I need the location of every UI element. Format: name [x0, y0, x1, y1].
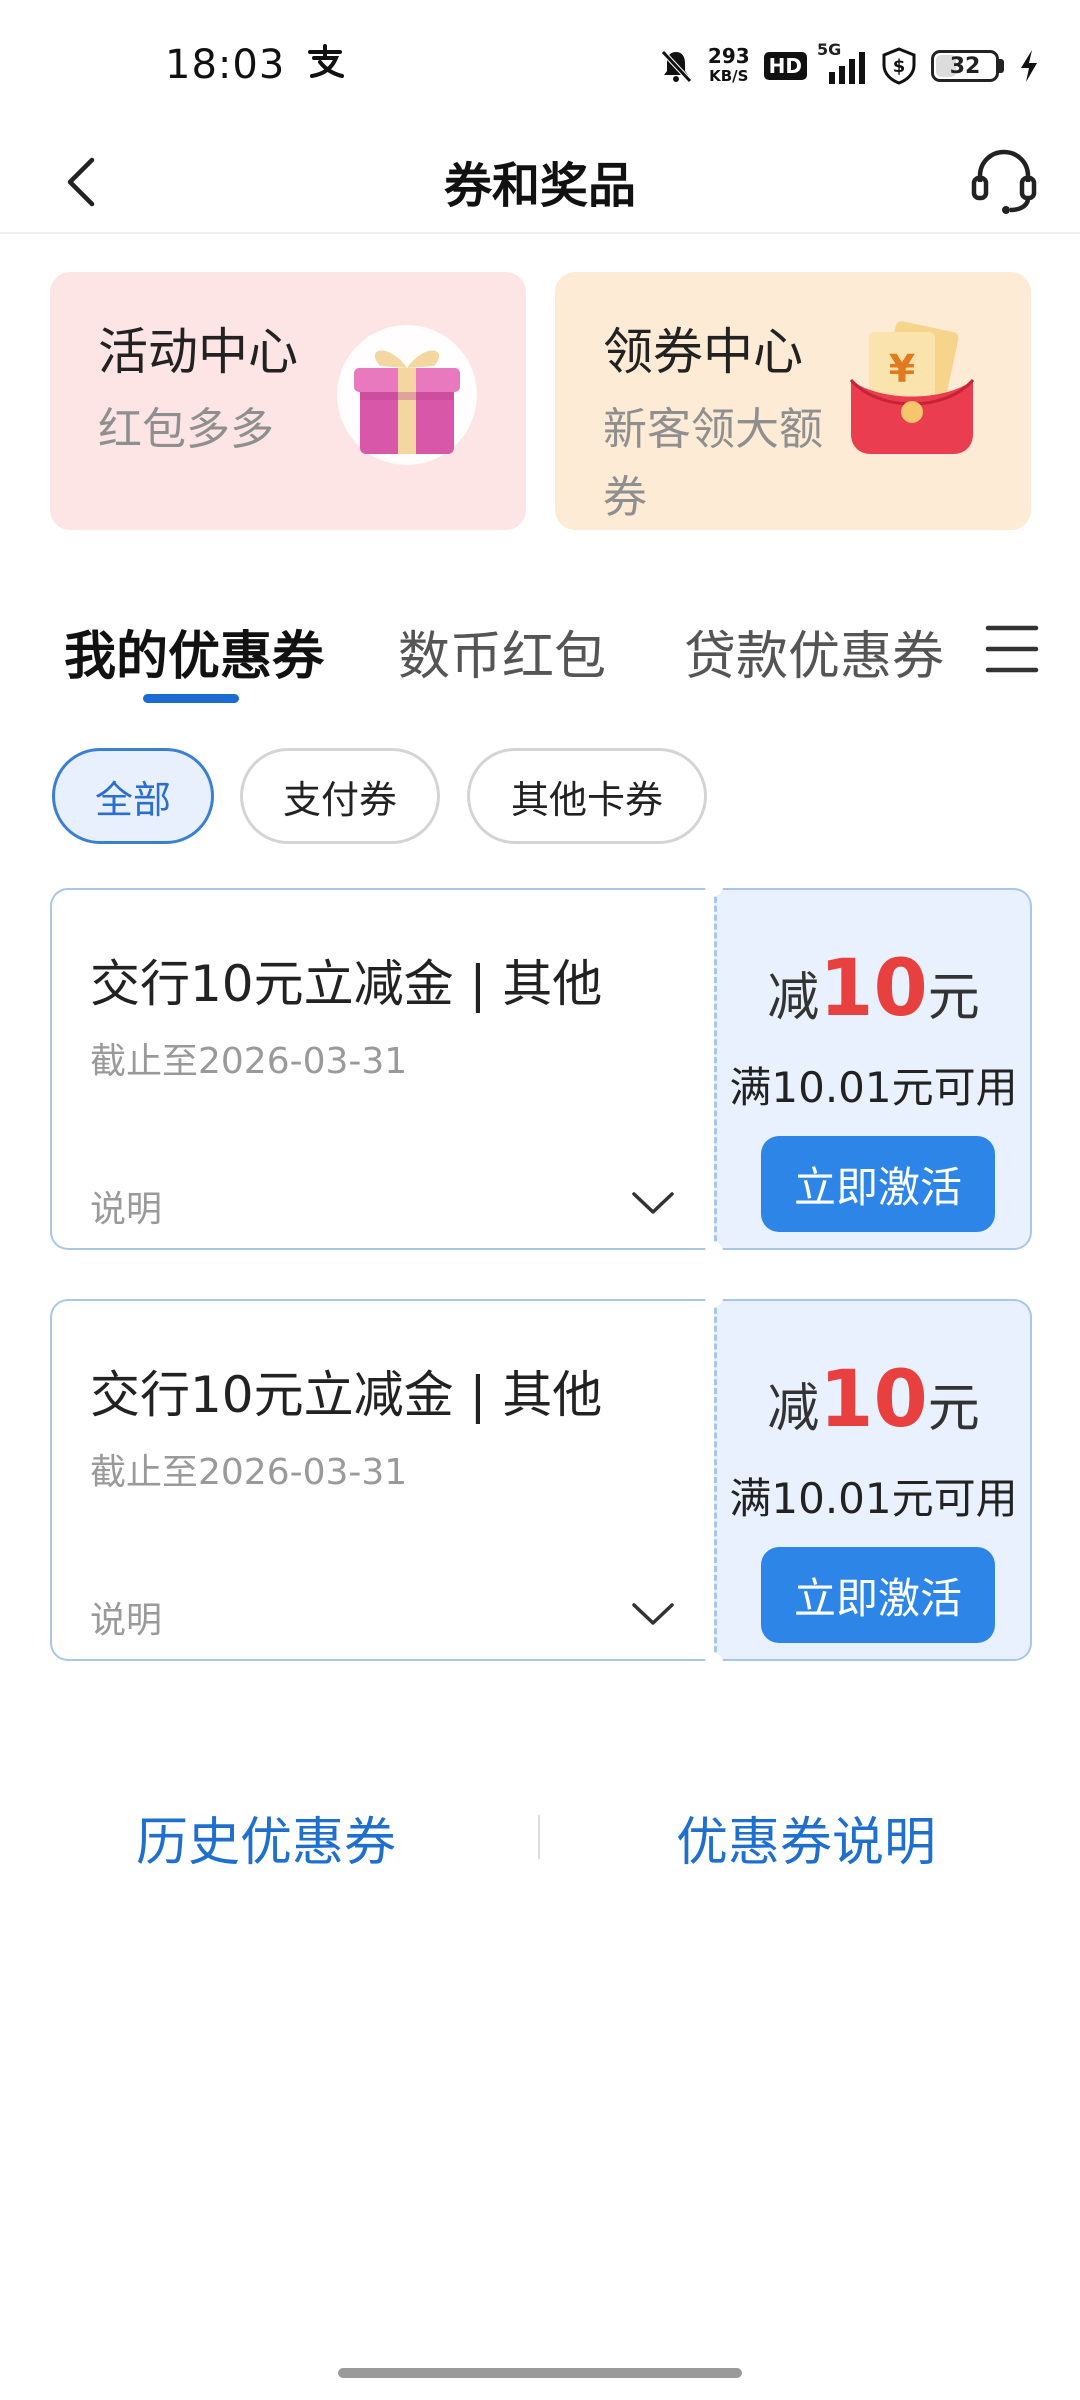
coupon-threshold: 满10.01元可用: [729, 1063, 1018, 1112]
coupon-expiry: 截止至2026-03-31: [90, 1452, 408, 1493]
menu-icon[interactable]: [984, 622, 1040, 676]
coupon-explain-link[interactable]: 优惠券说明: [676, 1800, 936, 1875]
tab-digital-red-packet[interactable]: 数币红包: [398, 614, 606, 689]
activate-button[interactable]: 立即激活: [761, 1136, 995, 1232]
coupon-title: 交行10元立减金 | 其他: [90, 955, 603, 1013]
coupon-expiry: 截止至2026-03-31: [90, 1041, 408, 1082]
coupon-threshold: 满10.01元可用: [729, 1474, 1018, 1523]
network-speed: 293 KB/S: [708, 46, 750, 86]
status-bar: 18:03 293 KB/S HD 5G $ 32: [0, 0, 1080, 130]
amount-unit: 元: [927, 968, 980, 1028]
battery-level: 32: [949, 53, 981, 79]
coupon-card: 交行10元立减金 | 其他 截止至2026-03-31 说明 减10元 满10.…: [50, 1297, 1032, 1663]
coupon-description-toggle[interactable]: 说明: [90, 1591, 162, 1643]
amount-unit: 元: [927, 1379, 980, 1439]
network-type: 5G: [817, 40, 842, 59]
promo-coupon-center[interactable]: 领券中心 新客领大额券 ¥: [555, 272, 1031, 530]
alipay-icon: [308, 44, 344, 78]
coupon-card: 交行10元立减金 | 其他 截止至2026-03-31 说明 减10元 满10.…: [50, 886, 1032, 1252]
net-speed-value: 293: [707, 44, 750, 68]
amount-value: 10: [819, 944, 928, 1034]
svg-text:$: $: [893, 56, 906, 77]
vpn-shield-icon: $: [882, 47, 916, 85]
coupon-info: 交行10元立减金 | 其他 截止至2026-03-31 说明: [50, 1299, 714, 1661]
coupon-title: 交行10元立减金 | 其他: [90, 1366, 603, 1424]
status-time: 18:03: [165, 42, 286, 88]
svg-text:¥: ¥: [889, 347, 915, 391]
tab-my-coupons[interactable]: 我的优惠券: [64, 614, 324, 689]
signal-indicator: 5G: [817, 40, 867, 86]
coupon-amount: 减10元: [717, 944, 1030, 1034]
amount-value: 10: [819, 1355, 928, 1445]
amount-prefix: 减: [767, 968, 820, 1028]
coupon-tabs: 我的优惠券 数币红包 贷款优惠券: [0, 600, 1080, 703]
coupon-amount: 减10元: [717, 1355, 1030, 1445]
home-indicator[interactable]: [338, 2368, 742, 2378]
tab-loan-coupons[interactable]: 贷款优惠券: [684, 614, 944, 689]
coupon-value-panel: 减10元 满10.01元可用 立即激活: [714, 888, 1032, 1250]
coupon-description-toggle[interactable]: 说明: [90, 1180, 162, 1232]
mute-icon: [661, 50, 692, 83]
coupon-value-panel: 减10元 满10.01元可用 立即激活: [714, 1299, 1032, 1661]
footer-divider: [538, 1815, 540, 1859]
filter-all[interactable]: 全部: [52, 748, 214, 844]
chevron-down-icon[interactable]: [630, 1188, 676, 1218]
battery-icon: 32: [931, 50, 999, 82]
history-coupons-link[interactable]: 历史优惠券: [136, 1800, 396, 1875]
gift-box-icon: [337, 325, 477, 465]
tab-active-indicator: [143, 694, 239, 703]
promo-activity-center[interactable]: 活动中心 红包多多: [50, 272, 526, 530]
filter-payment-coupons[interactable]: 支付券: [240, 748, 440, 844]
headset-icon[interactable]: [966, 142, 1042, 218]
red-envelope-icon: ¥: [849, 321, 975, 454]
status-icons: 293 KB/S HD 5G $ 32: [658, 40, 1040, 92]
page-title: 券和奖品: [443, 158, 636, 214]
header: 券和奖品: [0, 130, 1080, 234]
chevron-down-icon[interactable]: [630, 1599, 676, 1629]
filter-other-cards[interactable]: 其他卡券: [467, 748, 707, 844]
hd-badge: HD: [763, 52, 807, 80]
net-speed-unit: KB/S: [709, 67, 749, 85]
battery-indicator: 32: [931, 50, 1004, 82]
promo-subtitle: 红包多多: [98, 404, 274, 455]
coupon-info: 交行10元立减金 | 其他 截止至2026-03-31 说明: [50, 888, 714, 1250]
promo-subtitle: 新客领大额券: [603, 404, 823, 523]
charging-icon: [1021, 50, 1037, 82]
amount-prefix: 减: [767, 1379, 820, 1439]
activate-button[interactable]: 立即激活: [761, 1547, 995, 1643]
